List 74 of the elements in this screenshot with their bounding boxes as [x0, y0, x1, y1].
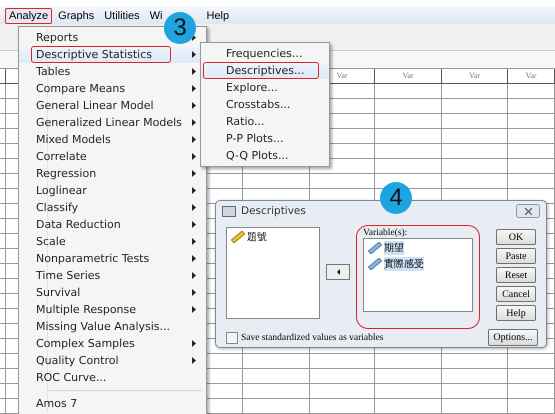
menu-item-label: Correlate: [35, 149, 88, 165]
variable-item[interactable]: 題號: [247, 230, 267, 244]
menu-item[interactable]: Scale: [19, 233, 206, 250]
dialog-button[interactable]: Help: [496, 305, 536, 321]
dialog-button[interactable]: Cancel: [496, 286, 536, 302]
menu-item[interactable]: Data Reduction: [19, 216, 206, 233]
menu-item-label: Quality Control: [35, 353, 120, 369]
menu-item-label: Regression: [35, 166, 98, 182]
close-icon: [524, 208, 532, 214]
checkbox-label: Save standardized values as variables: [241, 332, 384, 342]
dialog-button[interactable]: Paste: [496, 248, 536, 264]
ruler-icon: [368, 242, 382, 254]
menu-item-label: Loglinear: [35, 183, 88, 199]
menu-item-label: Explore...: [225, 80, 279, 96]
menu-item-label: Classify: [35, 200, 80, 216]
menu-item-label: Frequencies...: [225, 46, 304, 62]
dialog-title: Descriptives: [241, 205, 307, 217]
menu-item[interactable]: Amos 7: [19, 395, 206, 412]
variable-item[interactable]: 實際感受: [384, 257, 424, 271]
source-variable-list[interactable]: 題號: [226, 227, 320, 319]
menu-item-label: Compare Means: [35, 81, 126, 97]
ruler-icon: [368, 258, 382, 270]
left-arrow-icon: [336, 269, 340, 275]
column-header: Var: [375, 69, 442, 84]
move-button[interactable]: [326, 264, 350, 280]
menu-item-label: Descriptive Statistics: [31, 46, 172, 63]
menu-bar-item[interactable]: Help: [202, 8, 234, 24]
menu-item-label: Multiple Response: [35, 302, 138, 318]
menu-item[interactable]: Time Series: [19, 267, 206, 284]
menu-item-label: P-P Plots...: [225, 131, 284, 147]
dialog-button[interactable]: Reset: [496, 267, 536, 283]
menu-item-label: Scale: [35, 234, 67, 250]
column-header: Var: [508, 69, 555, 84]
menu-item-label: Generalized Linear Models: [35, 115, 183, 131]
menu-item[interactable]: Quality Control: [19, 352, 206, 369]
menu-bar-item[interactable]: Wi: [146, 8, 166, 24]
menu-item[interactable]: ROC Curve...: [19, 369, 206, 386]
checkbox[interactable]: [226, 332, 238, 344]
menu-item-label: Mixed Models: [35, 132, 112, 148]
menu-item-label: Nonparametric Tests: [35, 251, 150, 267]
menu-bar-item[interactable]: Utilities: [100, 8, 144, 24]
variable-item[interactable]: 期望: [384, 241, 404, 255]
menu-bar-item[interactable]: Analyze: [5, 8, 52, 24]
menu-item-label: Reports: [35, 30, 80, 46]
menu-item[interactable]: Regression: [19, 165, 206, 182]
variables-list[interactable]: 期望 實際感受: [363, 238, 473, 312]
ruler-icon: [231, 231, 245, 243]
menu-item[interactable]: Complex Samples: [19, 335, 206, 352]
menu-item[interactable]: Classify: [19, 199, 206, 216]
menu-item[interactable]: Survival: [19, 284, 206, 301]
menu-item-label: Q-Q Plots...: [225, 148, 290, 164]
dialog-button[interactable]: OK: [496, 229, 536, 245]
menu-item-label: Complex Samples: [35, 336, 136, 352]
menu-item-label: Amos 7: [35, 396, 78, 412]
menu-item-label: General Linear Model: [35, 98, 155, 114]
menu-item-label: Tables: [35, 64, 72, 80]
menu-item[interactable]: Nonparametric Tests: [19, 250, 206, 267]
menu-item-label: Crosstabs...: [225, 97, 292, 113]
menu-item[interactable]: Multiple Response: [19, 301, 206, 318]
options-button[interactable]: Options...: [488, 329, 538, 346]
menu-item-label: Ratio...: [225, 114, 266, 130]
menu-item[interactable]: Loglinear: [19, 182, 206, 199]
menu-item-label: Data Reduction: [35, 217, 122, 233]
column-header: Var: [442, 69, 508, 84]
variables-label: Variable(s):: [363, 228, 408, 238]
menu-item[interactable]: Missing Value Analysis...: [19, 318, 206, 335]
menu-item-label: Survival: [35, 285, 82, 301]
menu-item-label: Time Series: [35, 268, 102, 284]
window-icon: [222, 206, 236, 216]
menu-item-label: Missing Value Analysis...: [35, 319, 172, 335]
close-button[interactable]: [516, 204, 540, 218]
menu-item-label: ROC Curve...: [35, 370, 108, 386]
step-marker: 4: [380, 182, 412, 214]
menu-bar-item[interactable]: Graphs: [54, 8, 98, 24]
